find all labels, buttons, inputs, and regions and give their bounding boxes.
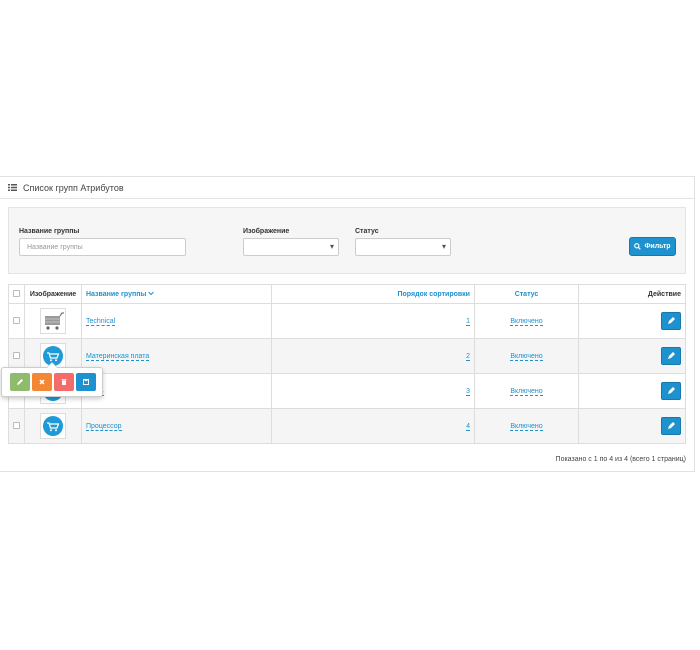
filter-name-label: Название группы xyxy=(19,228,79,235)
row-status[interactable]: Включено xyxy=(510,423,542,431)
popover-cancel-button[interactable] xyxy=(32,373,52,391)
search-icon xyxy=(634,243,641,250)
row-checkbox[interactable] xyxy=(13,317,20,324)
filter-status-label: Статус xyxy=(355,228,379,235)
filter-button[interactable]: Фильтр xyxy=(629,237,676,256)
attribute-groups-table: Изображение Название группы Порядок сорт… xyxy=(8,284,686,444)
table-row: Процессор 4 Включено xyxy=(9,409,686,444)
row-name-link[interactable]: Процессор xyxy=(86,423,122,431)
pencil-icon xyxy=(662,348,680,364)
filter-button-label: Фильтр xyxy=(644,243,670,250)
popover-edit-button[interactable] xyxy=(10,373,30,391)
close-icon xyxy=(37,377,47,387)
header-name[interactable]: Название группы xyxy=(82,285,272,304)
sort-caret-icon xyxy=(148,291,154,296)
panel-heading: Список групп Атрибутов xyxy=(0,177,694,199)
header-status-link[interactable]: Статус xyxy=(515,291,539,298)
save-icon xyxy=(81,377,91,387)
row-status[interactable]: Включено xyxy=(510,353,542,361)
header-image: Изображение xyxy=(25,285,82,304)
pencil-icon xyxy=(662,313,680,329)
select-all-checkbox[interactable] xyxy=(13,290,20,297)
popover-save-button[interactable] xyxy=(76,373,96,391)
table-row: Technical 1 Включено xyxy=(9,304,686,339)
pencil-icon xyxy=(662,383,680,399)
popover-delete-button[interactable] xyxy=(54,373,74,391)
row-status[interactable]: Включено xyxy=(510,318,542,326)
header-sort-order[interactable]: Порядок сортировки xyxy=(272,285,475,304)
table-row: Материнская плата 2 Включено xyxy=(9,339,686,374)
pencil-icon xyxy=(662,418,680,434)
filter-status-select[interactable] xyxy=(355,238,451,256)
row-checkbox[interactable] xyxy=(13,422,20,429)
row-sort-order[interactable]: 2 xyxy=(466,353,470,361)
row-status[interactable]: Включено xyxy=(510,388,542,396)
row-checkbox[interactable] xyxy=(13,352,20,359)
table-row: ь 3 Включено xyxy=(9,374,686,409)
cart-gray-icon xyxy=(40,308,66,334)
edit-button[interactable] xyxy=(661,382,681,400)
edit-button[interactable] xyxy=(661,312,681,330)
row-sort-order[interactable]: 4 xyxy=(466,423,470,431)
panel-title: Список групп Атрибутов xyxy=(23,183,124,193)
header-sort-order-link[interactable]: Порядок сортировки xyxy=(398,291,471,298)
filter-image-select[interactable] xyxy=(243,238,339,256)
pagination-info: Показано с 1 по 4 из 4 (всего 1 страниц) xyxy=(556,456,686,463)
pencil-icon xyxy=(15,377,25,387)
cart-blue-icon xyxy=(40,413,66,439)
header-action: Действие xyxy=(579,285,686,304)
row-sort-order[interactable]: 3 xyxy=(466,388,470,396)
trash-icon xyxy=(59,377,69,387)
header-name-link[interactable]: Название группы xyxy=(86,291,146,298)
filter-name-input[interactable]: Название группы xyxy=(19,238,186,256)
row-name-link[interactable]: Материнская плата xyxy=(86,353,149,361)
filter-box: Название группы Название группы Изображе… xyxy=(8,207,686,274)
attribute-groups-panel: Список групп Атрибутов Название группы Н… xyxy=(0,176,695,472)
row-name-link[interactable]: Technical xyxy=(86,318,115,326)
edit-button[interactable] xyxy=(661,417,681,435)
select-all-cell xyxy=(9,285,25,304)
table-header-row: Изображение Название группы Порядок сорт… xyxy=(9,285,686,304)
row-sort-order[interactable]: 1 xyxy=(466,318,470,326)
edit-button[interactable] xyxy=(661,347,681,365)
quick-edit-popover xyxy=(1,367,103,397)
header-status[interactable]: Статус xyxy=(475,285,579,304)
list-icon xyxy=(8,184,17,191)
filter-image-label: Изображение xyxy=(243,228,289,235)
